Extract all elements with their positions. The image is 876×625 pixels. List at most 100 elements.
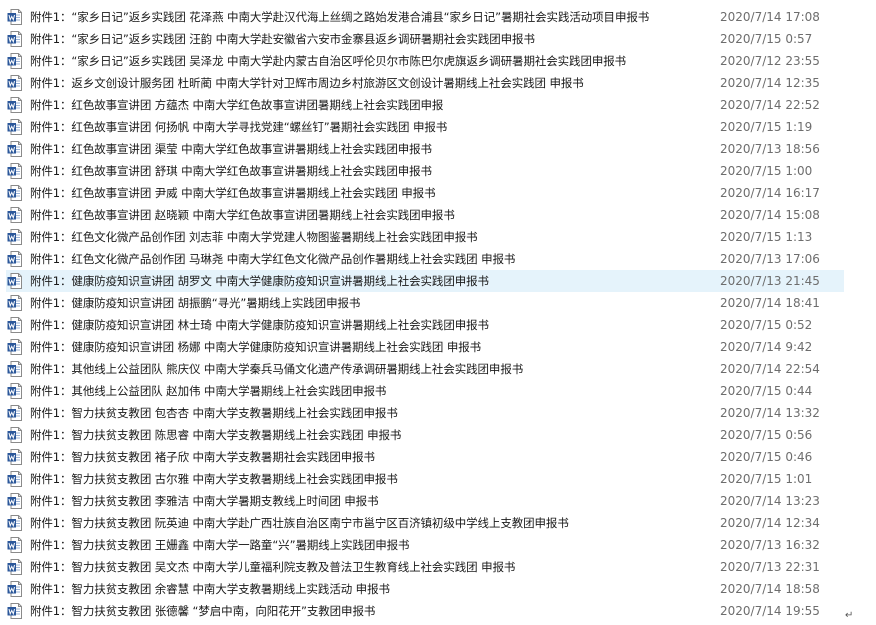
file-name[interactable]: 附件1：“家乡日记”返乡实践团 吴泽龙 中南大学赴内蒙古自治区呼伦贝尔市陈巴尔虎…: [30, 50, 626, 72]
word-doc-icon[interactable]: [7, 537, 22, 553]
file-row[interactable]: 附件1：“家乡日记”返乡实践团 吴泽龙 中南大学赴内蒙古自治区呼伦贝尔市陈巴尔虎…: [0, 50, 876, 72]
file-row[interactable]: 附件1：智力扶贫支教团 古尔雅 中南大学支教暑期线上社会实践团申报书 2020/7…: [0, 468, 876, 490]
file-row[interactable]: 附件1：红色故事宣讲团 舒琪 中南大学红色故事宣讲暑期线上社会实践团申报书 202…: [0, 160, 876, 182]
word-doc-icon[interactable]: [7, 207, 22, 223]
word-doc-icon[interactable]: [7, 493, 22, 509]
file-name[interactable]: 附件1：健康防疫知识宣讲团 胡罗文 中南大学健康防疫知识宣讲暑期线上社会实践团申…: [30, 270, 489, 292]
file-name[interactable]: 附件1：智力扶贫支教团 陈思睿 中南大学支教暑期线上社会实践团 申报书: [30, 424, 401, 446]
word-doc-icon[interactable]: [7, 383, 22, 399]
file-row[interactable]: 附件1：红色故事宣讲团 何扬帆 中南大学寻找党建“螺丝钉”暑期社会实践团 申报书…: [0, 116, 876, 138]
word-doc-icon[interactable]: [7, 185, 22, 201]
file-name[interactable]: 附件1：红色文化微产品创作团 马琳尧 中南大学红色文化微产品创作暑期线上社会实践…: [30, 248, 515, 270]
word-doc-icon[interactable]: [7, 471, 22, 487]
file-row[interactable]: 附件1：“家乡日记”返乡实践团 花泽燕 中南大学赴汉代海上丝绸之路始发港合浦县“…: [0, 6, 876, 28]
word-doc-icon[interactable]: [7, 251, 22, 267]
word-doc-icon[interactable]: [7, 581, 22, 597]
file-name[interactable]: 附件1：智力扶贫支教团 古尔雅 中南大学支教暑期线上社会实践团申报书: [30, 468, 398, 490]
file-row[interactable]: 附件1：“家乡日记”返乡实践团 汪韵 中南大学赴安徽省六安市金寨县返乡调研暑期社…: [0, 28, 876, 50]
word-doc-icon[interactable]: [7, 339, 22, 355]
file-modified-date: 2020/7/14 16:17: [720, 186, 820, 200]
file-name[interactable]: 附件1：智力扶贫支教团 褚子欣 中南大学支教暑期社会实践团申报书: [30, 446, 375, 468]
word-doc-icon[interactable]: [7, 361, 22, 377]
file-row[interactable]: 附件1：智力扶贫支教团 王姗鑫 中南大学一路童“兴”暑期线上实践团申报书 2020…: [0, 534, 876, 556]
file-name[interactable]: 附件1：红色故事宣讲团 何扬帆 中南大学寻找党建“螺丝钉”暑期社会实践团 申报书: [30, 116, 447, 138]
word-doc-icon[interactable]: [7, 9, 22, 25]
file-name[interactable]: 附件1：红色故事宣讲团 尹威 中南大学红色故事宣讲暑期线上社会实践团 申报书: [30, 182, 436, 204]
file-row[interactable]: 附件1：智力扶贫支教团 包杏杏 中南大学支教暑期线上社会实践团申报书 2020/7…: [0, 402, 876, 424]
file-name[interactable]: 附件1：智力扶贫支教团 吴文杰 中南大学儿童福利院支教及普法卫生教育线上社会实践…: [30, 556, 515, 578]
file-modified-date: 2020/7/15 0:52: [720, 318, 813, 332]
file-row[interactable]: 附件1：健康防疫知识宣讲团 杨娜 中南大学健康防疫知识宣讲暑期线上社会实践团 申…: [0, 336, 876, 358]
file-modified-date: 2020/7/13 18:56: [720, 142, 820, 156]
file-name[interactable]: 附件1：其他线上公益团队 熊庆仪 中南大学秦兵马俑文化遗产传承调研暑期线上社会实…: [30, 358, 523, 380]
file-row[interactable]: 附件1：智力扶贫支教团 李雅洁 中南大学暑期支教线上时间团 申报书 2020/7/…: [0, 490, 876, 512]
word-doc-icon[interactable]: [7, 317, 22, 333]
file-row[interactable]: 附件1：红色故事宣讲团 渠莹 中南大学红色故事宣讲暑期线上社会实践团申报书 202…: [0, 138, 876, 160]
file-row[interactable]: 附件1：智力扶贫支教团 褚子欣 中南大学支教暑期社会实践团申报书 2020/7/1…: [0, 446, 876, 468]
file-row[interactable]: 附件1：智力扶贫支教团 张德馨 “梦启中南，向阳花开”支教团申报书 2020/7/…: [0, 600, 876, 622]
file-row[interactable]: 附件1：红色文化微产品创作团 刘志菲 中南大学党建人物图鉴暑期线上社会实践团申报…: [0, 226, 876, 248]
file-modified-date: 2020/7/12 23:55: [720, 54, 820, 68]
file-name[interactable]: 附件1：红色文化微产品创作团 刘志菲 中南大学党建人物图鉴暑期线上社会实践团申报…: [30, 226, 478, 248]
file-name[interactable]: 附件1：红色故事宣讲团 渠莹 中南大学红色故事宣讲暑期线上社会实践团申报书: [30, 138, 432, 160]
word-doc-icon[interactable]: [7, 75, 22, 91]
word-doc-icon[interactable]: [7, 515, 22, 531]
file-list: 附件1：“家乡日记”返乡实践团 花泽燕 中南大学赴汉代海上丝绸之路始发港合浦县“…: [0, 6, 876, 622]
file-row[interactable]: 附件1：智力扶贫支教团 陈思睿 中南大学支教暑期线上社会实践团 申报书 2020/…: [0, 424, 876, 446]
file-row[interactable]: 附件1：智力扶贫支教团 吴文杰 中南大学儿童福利院支教及普法卫生教育线上社会实践…: [0, 556, 876, 578]
file-modified-date: 2020/7/14 12:35: [720, 76, 820, 90]
file-modified-date: 2020/7/15 1:13: [720, 230, 813, 244]
file-row[interactable]: 附件1：其他线上公益团队 赵加伟 中南大学暑期线上社会实践团申报书 2020/7/…: [0, 380, 876, 402]
file-row[interactable]: 附件1：返乡文创设计服务团 杜昕蔺 中南大学针对卫辉市周边乡村旅游区文创设计暑期…: [0, 72, 876, 94]
word-doc-icon[interactable]: [7, 229, 22, 245]
file-row[interactable]: 附件1：健康防疫知识宣讲团 胡罗文 中南大学健康防疫知识宣讲暑期线上社会实践团申…: [0, 270, 876, 292]
file-name[interactable]: 附件1：健康防疫知识宣讲团 林士琦 中南大学健康防疫知识宣讲暑期线上社会实践团申…: [30, 314, 489, 336]
word-doc-icon[interactable]: [7, 97, 22, 113]
file-name[interactable]: 附件1：红色故事宣讲团 舒琪 中南大学红色故事宣讲暑期线上社会实践团申报书: [30, 160, 432, 182]
file-name[interactable]: 附件1：“家乡日记”返乡实践团 汪韵 中南大学赴安徽省六安市金寨县返乡调研暑期社…: [30, 28, 535, 50]
file-name[interactable]: 附件1：健康防疫知识宣讲团 杨娜 中南大学健康防疫知识宣讲暑期线上社会实践团 申…: [30, 336, 481, 358]
file-row[interactable]: 附件1：红色故事宣讲团 方蕴杰 中南大学红色故事宣讲团暑期线上社会实践团申报 20…: [0, 94, 876, 116]
file-row[interactable]: 附件1：红色文化微产品创作团 马琳尧 中南大学红色文化微产品创作暑期线上社会实践…: [0, 248, 876, 270]
word-doc-icon[interactable]: [7, 141, 22, 157]
file-row[interactable]: 附件1：红色故事宣讲团 赵晓颖 中南大学红色故事宣讲团暑期线上社会实践团申报书 2…: [0, 204, 876, 226]
file-modified-date: 2020/7/14 12:34: [720, 516, 820, 530]
file-name[interactable]: 附件1：返乡文创设计服务团 杜昕蔺 中南大学针对卫辉市周边乡村旅游区文创设计暑期…: [30, 72, 584, 94]
file-row[interactable]: 附件1：红色故事宣讲团 尹威 中南大学红色故事宣讲暑期线上社会实践团 申报书 20…: [0, 182, 876, 204]
word-doc-icon[interactable]: [7, 559, 22, 575]
file-name[interactable]: 附件1：健康防疫知识宣讲团 胡振鹏“寻光”暑期线上实践团申报书: [30, 292, 360, 314]
file-row[interactable]: 附件1：健康防疫知识宣讲团 胡振鹏“寻光”暑期线上实践团申报书 2020/7/14…: [0, 292, 876, 314]
word-doc-icon[interactable]: [7, 405, 22, 421]
file-name[interactable]: 附件1：其他线上公益团队 赵加伟 中南大学暑期线上社会实践团申报书: [30, 380, 386, 402]
word-doc-icon[interactable]: [7, 603, 22, 619]
file-name[interactable]: 附件1：“家乡日记”返乡实践团 花泽燕 中南大学赴汉代海上丝绸之路始发港合浦县“…: [30, 6, 649, 28]
file-modified-date: 2020/7/14 18:58: [720, 582, 820, 596]
word-doc-icon[interactable]: [7, 295, 22, 311]
file-row[interactable]: 附件1：智力扶贫支教团 余睿慧 中南大学支教暑期线上实践活动 申报书 2020/7…: [0, 578, 876, 600]
file-modified-date: 2020/7/15 0:57: [720, 32, 813, 46]
word-doc-icon[interactable]: [7, 163, 22, 179]
file-name[interactable]: 附件1：智力扶贫支教团 包杏杏 中南大学支教暑期线上社会实践团申报书: [30, 402, 398, 424]
file-row[interactable]: 附件1：其他线上公益团队 熊庆仪 中南大学秦兵马俑文化遗产传承调研暑期线上社会实…: [0, 358, 876, 380]
word-doc-icon[interactable]: [7, 119, 22, 135]
file-name[interactable]: 附件1：智力扶贫支教团 张德馨 “梦启中南，向阳花开”支教团申报书: [30, 600, 375, 622]
word-doc-icon[interactable]: [7, 427, 22, 443]
file-name[interactable]: 附件1：智力扶贫支教团 余睿慧 中南大学支教暑期线上实践活动 申报书: [30, 578, 390, 600]
word-doc-icon[interactable]: [7, 273, 22, 289]
file-modified-date: 2020/7/13 17:06: [720, 252, 820, 266]
file-row[interactable]: 附件1：健康防疫知识宣讲团 林士琦 中南大学健康防疫知识宣讲暑期线上社会实践团申…: [0, 314, 876, 336]
file-modified-date: 2020/7/14 22:52: [720, 98, 820, 112]
file-name[interactable]: 附件1：智力扶贫支教团 阮英迪 中南大学赴广西壮族自治区南宁市邕宁区百济镇初级中…: [30, 512, 569, 534]
file-row[interactable]: 附件1：智力扶贫支教团 阮英迪 中南大学赴广西壮族自治区南宁市邕宁区百济镇初级中…: [0, 512, 876, 534]
word-doc-icon[interactable]: [7, 449, 22, 465]
word-doc-icon[interactable]: [7, 31, 22, 47]
file-modified-date: 2020/7/15 1:01: [720, 472, 813, 486]
file-modified-date: 2020/7/14 17:08: [720, 10, 820, 24]
file-name[interactable]: 附件1：红色故事宣讲团 赵晓颖 中南大学红色故事宣讲团暑期线上社会实践团申报书: [30, 204, 455, 226]
file-name[interactable]: 附件1：智力扶贫支教团 王姗鑫 中南大学一路童“兴”暑期线上实践团申报书: [30, 534, 410, 556]
file-modified-date: 2020/7/15 0:44: [720, 384, 813, 398]
file-name[interactable]: 附件1：红色故事宣讲团 方蕴杰 中南大学红色故事宣讲团暑期线上社会实践团申报: [30, 94, 443, 116]
file-modified-date: 2020/7/14 13:23: [720, 494, 820, 508]
file-name[interactable]: 附件1：智力扶贫支教团 李雅洁 中南大学暑期支教线上时间团 申报书: [30, 490, 379, 512]
word-doc-icon[interactable]: [7, 53, 22, 69]
